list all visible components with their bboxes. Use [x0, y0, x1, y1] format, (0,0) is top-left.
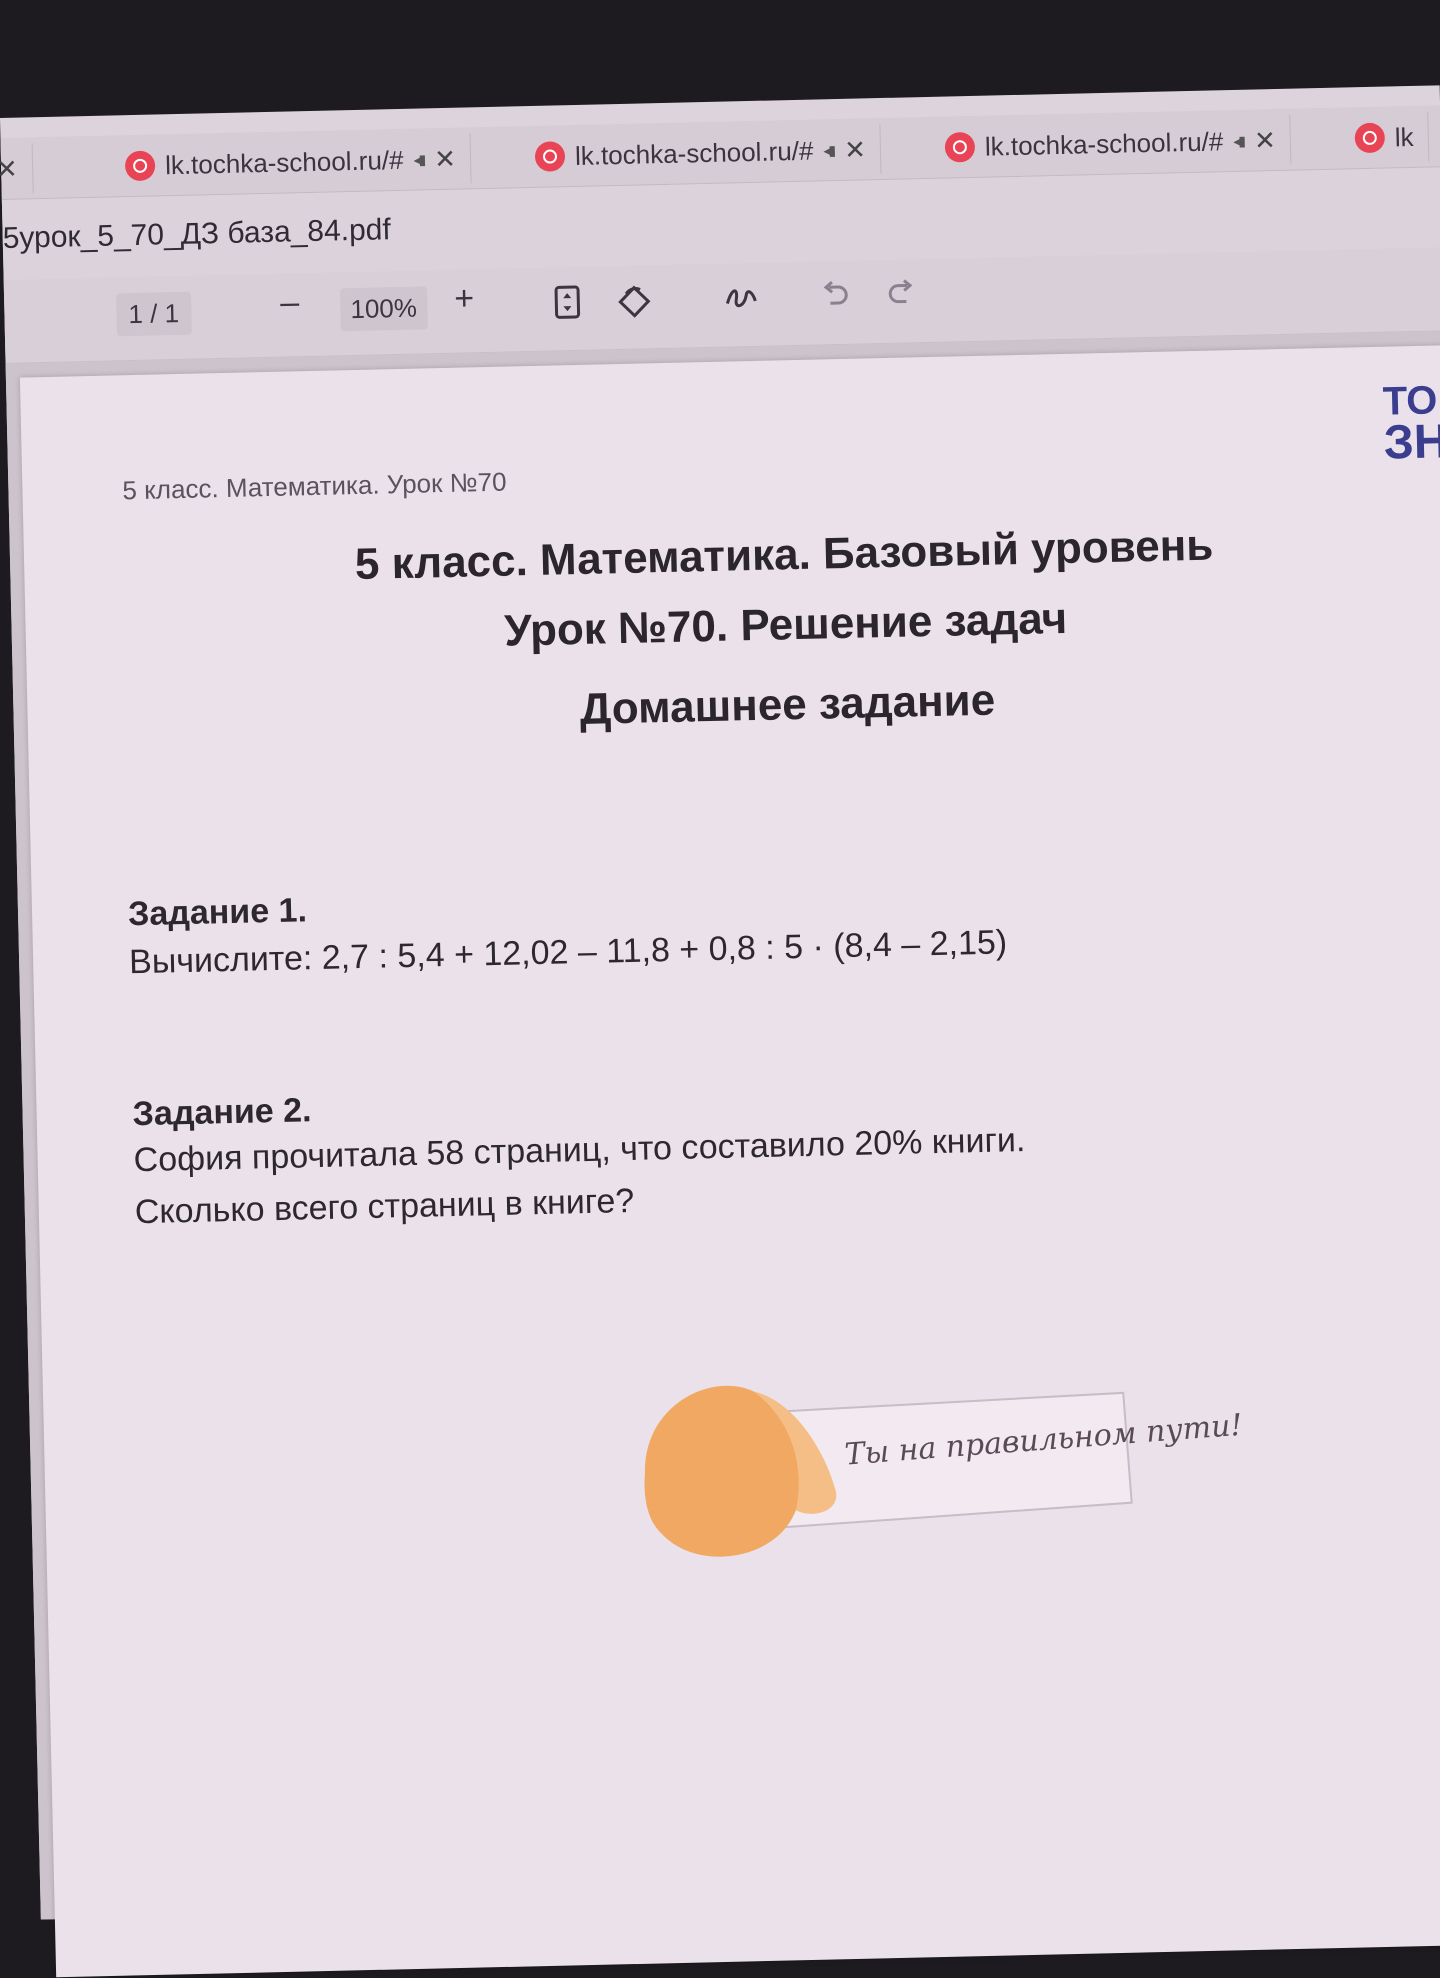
- zoom-level[interactable]: 100%: [339, 286, 428, 332]
- close-tab-icon[interactable]: ✕: [434, 143, 456, 174]
- site-favicon-icon: [944, 131, 976, 163]
- fit-page-icon[interactable]: [554, 285, 581, 327]
- audio-icon[interactable]: ◂▮: [413, 151, 424, 168]
- pdf-page: ТО ЗН 5 класс. Математика. Урок №70 5 кл…: [19, 344, 1440, 1978]
- tab-2[interactable]: lk.tochka-school.ru/# ◂▮ ✕: [520, 124, 882, 183]
- close-tab-icon[interactable]: ✕: [0, 153, 18, 184]
- lesson-title: Урок №70. Решение задач: [503, 593, 1068, 656]
- site-favicon-icon: [534, 141, 566, 172]
- undo-icon[interactable]: [820, 279, 851, 317]
- task-1-text: Вычислите: 2,7 : 5,4 + 12,02 – 11,8 + 0,…: [128, 923, 1008, 982]
- document-viewer[interactable]: ТО ЗН 5 класс. Математика. Урок №70 5 кл…: [5, 331, 1440, 1978]
- homework-title: Домашнее задание: [579, 675, 996, 734]
- page-counter[interactable]: 1 / 1: [116, 291, 192, 337]
- site-favicon-icon: [1354, 122, 1386, 154]
- tab-4[interactable]: lk: [1340, 111, 1430, 164]
- close-tab-icon[interactable]: ✕: [844, 134, 866, 165]
- audio-icon[interactable]: ◂▮: [823, 142, 834, 159]
- page-header: 5 класс. Математика. Урок №70: [122, 466, 507, 506]
- tab-url: lk.tochka-school.ru/#: [164, 144, 404, 180]
- zoom-out-button[interactable]: –: [280, 283, 300, 322]
- close-tab-icon[interactable]: ✕: [1254, 125, 1276, 156]
- file-title: 5урок_5_70_ДЗ база_84.pdf: [2, 213, 392, 255]
- task-1-heading: Задание 1.: [127, 891, 308, 934]
- tab-3[interactable]: lk.tochka-school.ru/# ◂▮ ✕: [930, 114, 1292, 173]
- logo-line-2: ЗН: [1383, 415, 1440, 470]
- rotate-icon[interactable]: [616, 283, 653, 327]
- tab-url: lk: [1394, 121, 1414, 152]
- screen: ◂▮ ✕ lk.tochka-school.ru/# ◂▮ ✕ lk.tochk…: [0, 85, 1440, 1978]
- task-2-heading: Задание 2.: [132, 1091, 312, 1134]
- draw-icon[interactable]: [724, 281, 759, 319]
- brand-logo: ТО ЗН: [1382, 378, 1440, 470]
- tab-partial-left[interactable]: ◂▮ ✕: [0, 143, 34, 195]
- tab-url: lk.tochka-school.ru/#: [574, 135, 814, 171]
- tab-1[interactable]: lk.tochka-school.ru/# ◂▮ ✕: [110, 133, 472, 192]
- task-2-text-line-2: Сколько всего страниц в книге?: [134, 1181, 635, 1232]
- tab-url: lk.tochka-school.ru/#: [984, 125, 1224, 162]
- zoom-in-button[interactable]: +: [454, 279, 475, 318]
- document-title: 5 класс. Математика. Базовый уровень: [354, 520, 1214, 590]
- site-favicon-icon: [124, 150, 156, 182]
- redo-icon[interactable]: [886, 277, 917, 315]
- audio-icon[interactable]: ◂▮: [1233, 132, 1244, 149]
